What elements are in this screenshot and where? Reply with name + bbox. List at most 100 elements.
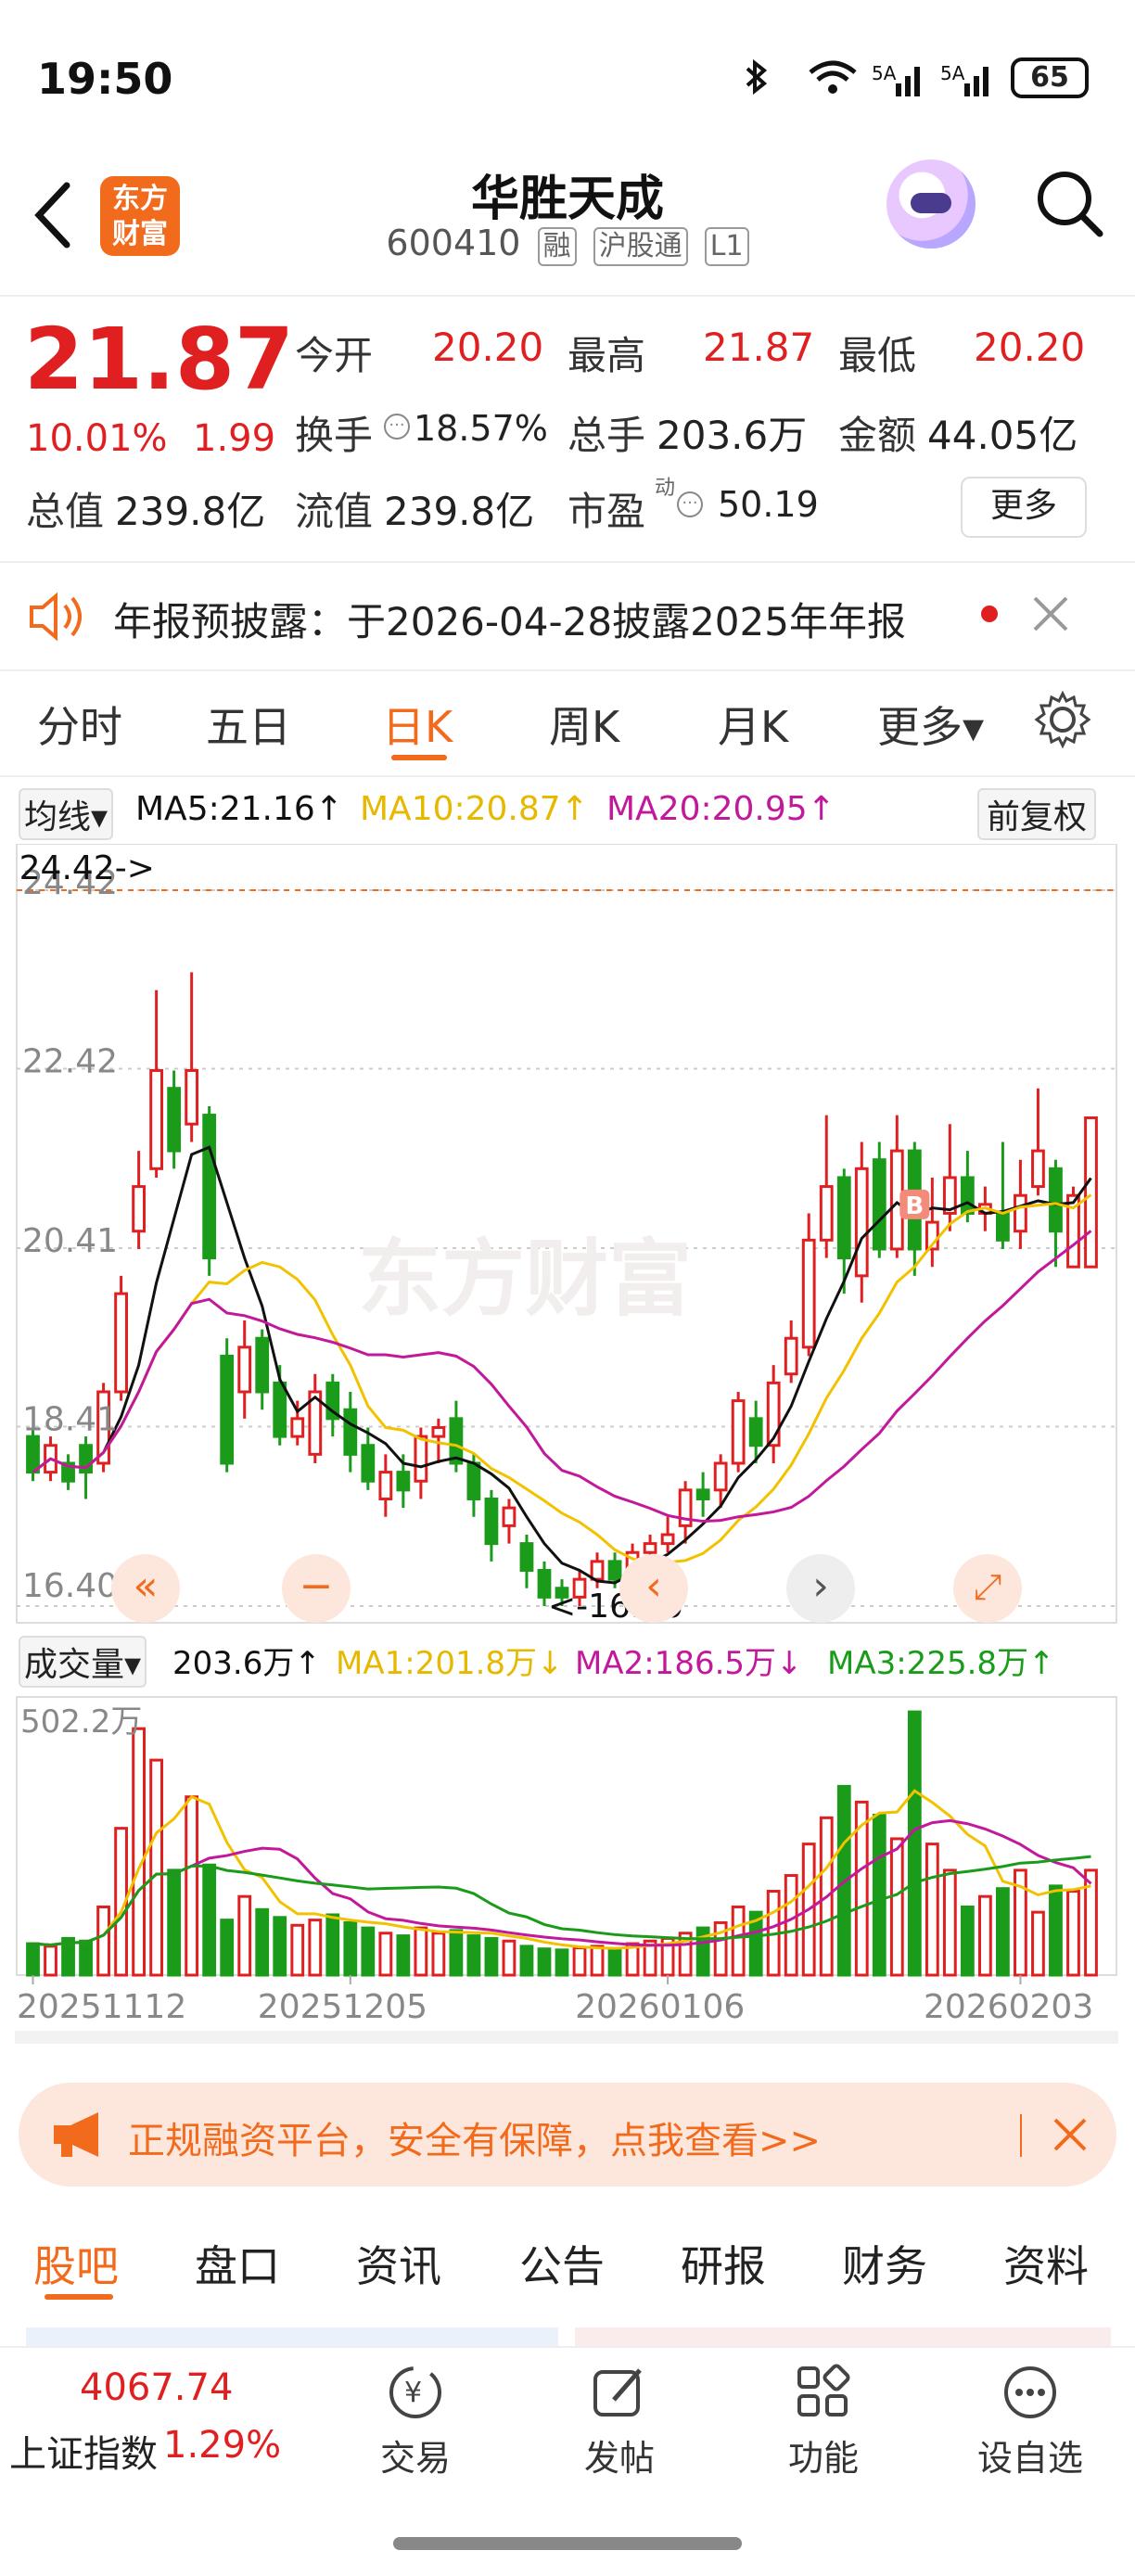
vol-ma1-legend: MA1:201.8万↓ <box>336 1645 564 1682</box>
tag-connect: 沪股通 <box>593 227 688 266</box>
svg-text:5A: 5A <box>872 62 897 84</box>
volume-bar <box>273 1916 287 1977</box>
edit-icon <box>590 2363 649 2422</box>
settings-gear-icon[interactable] <box>1033 690 1092 753</box>
more-button[interactable]: 更多 <box>961 477 1087 538</box>
volume-bar <box>484 1936 499 1977</box>
volume-bar <box>537 1947 552 1977</box>
candle-body <box>396 1471 411 1492</box>
price-panel: 东方财富 <box>16 844 1117 1624</box>
adjust-button[interactable]: 前复权 <box>977 788 1097 840</box>
next-icon[interactable]: › <box>786 1554 855 1623</box>
tab-news[interactable]: 资讯 <box>356 2233 441 2294</box>
candle-body <box>414 1435 428 1483</box>
unread-dot <box>981 606 998 622</box>
clock: 19:50 <box>37 54 173 104</box>
bottom-toolbar: 4067.74 上证指数 1.29% ¥ 交易 发帖 功能 设自选 <box>0 2346 1135 2576</box>
assistant-avatar-icon[interactable] <box>886 159 976 249</box>
candle-body <box>26 1435 40 1474</box>
open-value: 20.20 <box>432 325 544 370</box>
zoom-in-icon[interactable]: ‹ <box>619 1554 688 1623</box>
tab-daily-k[interactable]: 日K <box>382 694 453 755</box>
tab-research[interactable]: 研报 <box>681 2233 766 2294</box>
candle-body <box>643 1542 657 1554</box>
tab-five-day[interactable]: 五日 <box>206 694 291 755</box>
volume-bar <box>149 1758 164 1977</box>
candle-body <box>484 1497 499 1546</box>
speaker-icon <box>28 591 87 646</box>
zoom-out-icon[interactable]: − <box>282 1554 351 1623</box>
tab-announcements[interactable]: 公告 <box>519 2233 605 2294</box>
vol-ma3-legend: MA3:225.8万↑ <box>827 1645 1055 1682</box>
volume-bar <box>361 1926 376 1977</box>
volume-bar <box>872 1814 886 1977</box>
index-value[interactable]: 4067.74 <box>80 2366 233 2409</box>
candle-body <box>695 1488 710 1500</box>
candle-body <box>132 1185 147 1233</box>
fullscreen-icon[interactable]: ⤢ <box>953 1554 1022 1623</box>
k-line-chart[interactable]: 东方财富 24.4222.4220.4118.4116.4024.42-><-1… <box>15 844 1120 2068</box>
scroll-left-icon[interactable]: « <box>111 1554 180 1623</box>
ma-selector[interactable]: 均线▾ <box>19 788 114 840</box>
active-tab-indicator <box>45 2294 113 2300</box>
banner-text: 正规融资平台，安全有保障，点我查看>> <box>128 2120 822 2162</box>
float-label: 流值 <box>295 489 374 534</box>
ma5-legend: MA5:21.16↑ <box>135 790 343 828</box>
volume-bar <box>220 1919 235 1977</box>
trade-button[interactable]: ¥ 交易 <box>360 2363 471 2480</box>
search-icon[interactable] <box>1033 167 1107 245</box>
volume-bar <box>1031 1910 1045 1977</box>
close-icon[interactable] <box>1027 591 1074 641</box>
functions-button[interactable]: 功能 <box>768 2363 879 2480</box>
candle-body <box>167 1087 182 1153</box>
volume-bar <box>167 1868 182 1977</box>
promo-banner[interactable]: 正规融资平台，安全有保障，点我查看>> <box>19 2083 1116 2187</box>
volume-bar <box>502 1939 516 1977</box>
y-tick-label: 22.42 <box>22 1043 118 1081</box>
tab-financials[interactable]: 财务 <box>842 2233 927 2294</box>
volume-bar <box>308 1919 323 1977</box>
tab-forum[interactable]: 股吧 <box>33 2233 119 2294</box>
tab-minute[interactable]: 分时 <box>37 694 122 755</box>
volume-legend: 203.6万↑ <box>172 1645 321 1682</box>
candle-body <box>202 1114 217 1260</box>
close-icon[interactable] <box>1050 2114 1090 2159</box>
candle-body <box>836 1176 851 1260</box>
tab-orderbook[interactable]: 盘口 <box>195 2233 280 2294</box>
tab-monthly-k[interactable]: 月K <box>718 694 788 755</box>
tabs-divider <box>0 775 1135 777</box>
add-watchlist-button[interactable]: 设自选 <box>961 2363 1100 2480</box>
volume-bar <box>396 1934 411 1977</box>
volume-bar <box>202 1863 217 1977</box>
volume-bar <box>466 1934 481 1977</box>
pe-superscript: 动 <box>655 477 676 500</box>
info-icon[interactable]: ··· <box>677 491 703 517</box>
volume-bar <box>960 1905 975 1977</box>
tab-more[interactable]: 更多▾ <box>877 694 984 755</box>
volume-label: 总手 <box>568 413 646 458</box>
high-value: 21.87 <box>703 325 815 370</box>
change-amount: 1.99 <box>193 417 276 460</box>
volume-bar <box>1066 1890 1080 1977</box>
index-name[interactable]: 上证指数 <box>9 2424 158 2478</box>
vol-ma2-legend: MA2:186.5万↓ <box>575 1645 803 1682</box>
notice-bar[interactable]: 年报预披露：于2026-04-28披露2025年年报 <box>0 561 1135 671</box>
volume-bar <box>784 1874 798 1977</box>
status-bar: 19:50 5A 5A 65 <box>0 0 1135 158</box>
info-icon[interactable]: ··· <box>384 414 410 440</box>
pe-label: 市盈 <box>568 489 646 534</box>
svg-text:¥: ¥ <box>404 2377 422 2409</box>
index-change[interactable]: 1.29% <box>163 2424 281 2467</box>
y-tick-label: 18.41 <box>22 1401 118 1439</box>
content-peek-2 <box>575 2327 1111 2346</box>
volume-selector[interactable]: 成交量▾ <box>19 1636 147 1688</box>
volume-bar <box>237 1894 252 1977</box>
wifi-icon <box>807 59 859 100</box>
tab-weekly-k[interactable]: 周K <box>549 694 619 755</box>
post-button[interactable]: 发帖 <box>564 2363 675 2480</box>
volume-bar <box>431 1932 446 1977</box>
candle-body <box>519 1542 534 1572</box>
low-label: 最低 <box>838 333 917 378</box>
tab-profile[interactable]: 资料 <box>1003 2233 1089 2294</box>
more-dots-icon <box>1001 2363 1060 2422</box>
